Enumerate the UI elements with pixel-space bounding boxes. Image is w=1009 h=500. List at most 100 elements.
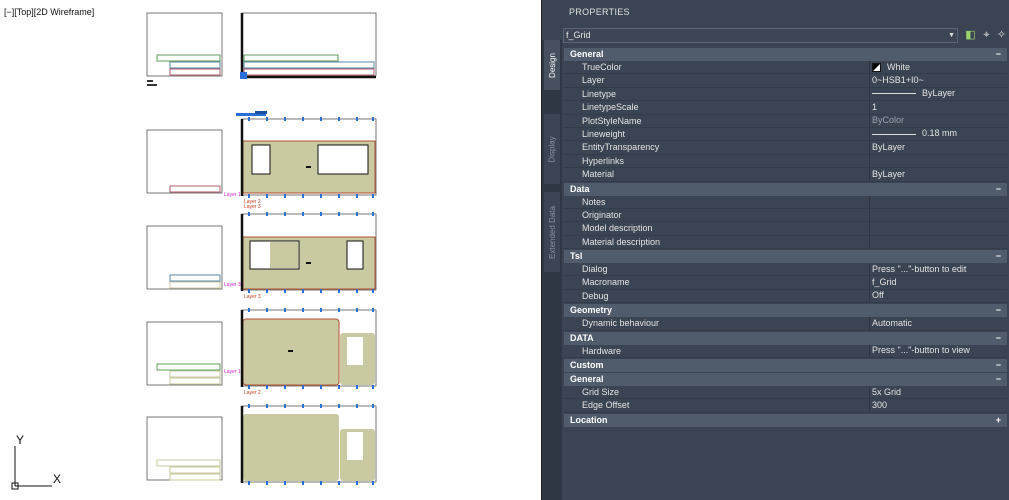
collapse-icon[interactable]: − (996, 332, 1001, 345)
layer-label: Layer 3 (244, 204, 261, 210)
property-value[interactable] (870, 209, 1007, 221)
grid-marker (338, 212, 340, 216)
property-value[interactable]: 0~HSB1+I0~ (870, 74, 1007, 86)
grid-marker (320, 289, 322, 293)
property-value[interactable]: 0.18 mm (870, 128, 1007, 140)
color-swatch-icon (872, 62, 881, 72)
property-row[interactable]: Dialog Press "..."-button to edit (564, 263, 1007, 277)
property-row[interactable]: EntityTransparency ByLayer (564, 141, 1007, 155)
collapse-icon[interactable]: − (996, 359, 1001, 372)
property-value[interactable] (870, 196, 1007, 208)
property-name: PlotStyleName (564, 114, 870, 127)
property-value[interactable]: Press "..."-button to view (870, 345, 1007, 357)
object-type-value: f_Grid (566, 30, 591, 40)
ucs-x-label: X (53, 472, 62, 486)
properties-palette: PROPERTIES Design Display Extended Data … (542, 0, 1009, 500)
property-value-text: ByColor (872, 115, 905, 126)
property-row[interactable]: Linetype ByLayer (564, 87, 1007, 102)
collapse-icon[interactable]: − (996, 48, 1001, 61)
property-value[interactable]: ByLayer (870, 88, 1007, 100)
grid-marker (338, 385, 340, 389)
property-value[interactable]: 1 (870, 101, 1007, 113)
grid-marker (356, 404, 358, 408)
thumbnail-panel-1 (146, 129, 223, 194)
property-value[interactable]: White (870, 61, 1007, 73)
collapse-icon[interactable]: − (996, 250, 1001, 263)
tab-extended-data[interactable]: Extended Data (544, 192, 560, 272)
property-row[interactable]: Notes (564, 195, 1007, 209)
grid-marker (372, 308, 374, 312)
property-name: EntityTransparency (564, 141, 870, 154)
property-name: Hyperlinks (564, 154, 870, 168)
property-row[interactable]: Material ByLayer (564, 168, 1007, 182)
ucs-icon (11, 446, 52, 490)
select-objects-icon[interactable]: ⌖ (979, 28, 994, 43)
property-name: Layer (564, 74, 870, 87)
property-row[interactable]: Layer 0~HSB1+I0~ (564, 74, 1007, 88)
property-value[interactable] (870, 155, 1007, 167)
category-header[interactable]: Custom − (564, 359, 1007, 373)
property-row[interactable]: Edge Offset 300 (564, 399, 1007, 413)
grid-marker (356, 212, 358, 216)
drawing-viewport[interactable]: [−][Top][2D Wireframe] Layer 1 Layer 2 L… (0, 0, 542, 500)
property-row[interactable]: TrueColor White (564, 61, 1007, 75)
property-grid: General − TrueColor White Layer 0~HSB1+I0~ Lin… (564, 47, 1007, 427)
drawing-canvas[interactable]: Layer 1 Layer 2 Layer 3 Layer 3 Layer 1 … (0, 0, 542, 500)
property-value[interactable]: Automatic (870, 317, 1007, 329)
thumbnail-panel-4 (146, 416, 223, 481)
category-header[interactable]: Geometry − (564, 304, 1007, 318)
property-value-text: 300 (872, 399, 888, 410)
property-row[interactable]: Hardware Press "..."-button to view (564, 344, 1007, 359)
property-row[interactable]: Debug Off (564, 289, 1007, 304)
property-value[interactable]: ByLayer (870, 168, 1007, 180)
property-value[interactable]: Press "..."-button to edit (870, 263, 1007, 275)
grid-marker (372, 289, 374, 293)
category-header[interactable]: Tsl − (564, 250, 1007, 264)
category-header[interactable]: General − (564, 48, 1007, 61)
property-name: Linetype (564, 87, 870, 101)
category-header[interactable]: Location + (564, 413, 1007, 427)
collapse-icon[interactable]: − (996, 183, 1001, 196)
tab-design[interactable]: Design (544, 40, 560, 90)
property-row[interactable]: PlotStyleName ByColor (564, 114, 1007, 128)
collapse-icon[interactable]: − (996, 304, 1001, 317)
quick-select-icon[interactable]: ✧ (994, 28, 1009, 43)
property-row[interactable]: LinetypeScale 1 (564, 101, 1007, 115)
collapse-icon[interactable]: − (996, 373, 1001, 386)
toggle-pickadd-icon[interactable]: ◧ (963, 28, 978, 43)
property-value[interactable] (870, 222, 1007, 234)
property-row[interactable]: Dynamic behaviour Automatic (564, 317, 1007, 331)
property-value-text: f_Grid (872, 276, 897, 287)
category-header[interactable]: DATA − (564, 331, 1007, 345)
property-value[interactable]: f_Grid (870, 276, 1007, 288)
category-header[interactable]: Data − (564, 182, 1007, 196)
property-row[interactable]: Lineweight 0.18 mm (564, 127, 1007, 142)
property-value[interactable]: Off (870, 290, 1007, 302)
chevron-down-icon[interactable]: ▼ (948, 29, 955, 42)
layer-label: Layer 3 (244, 294, 261, 300)
property-row[interactable]: Model description (564, 222, 1007, 236)
grid-marker (248, 404, 250, 408)
property-name: Hardware (564, 344, 870, 358)
grid-marker (356, 117, 358, 121)
grid-marker (320, 117, 322, 121)
grid-marker (372, 212, 374, 216)
category-name: Data (570, 183, 590, 194)
property-row[interactable]: Macroname f_Grid (564, 276, 1007, 290)
property-row[interactable]: Originator (564, 208, 1007, 223)
property-value[interactable]: 300 (870, 399, 1007, 411)
object-type-dropdown[interactable]: f_Grid ▼ (563, 28, 958, 43)
property-row[interactable]: Hyperlinks (564, 154, 1007, 169)
property-value[interactable]: ByLayer (870, 141, 1007, 153)
grid-marker (248, 289, 250, 293)
property-value[interactable]: ByColor (870, 115, 1007, 127)
property-row[interactable]: Material description (564, 235, 1007, 250)
property-value[interactable] (870, 236, 1007, 248)
line-sample-icon (872, 93, 916, 95)
property-value[interactable]: 5x Grid (870, 386, 1007, 398)
tab-display[interactable]: Display (544, 114, 560, 184)
expand-icon[interactable]: + (996, 414, 1001, 427)
category-header[interactable]: General − (564, 373, 1007, 387)
layer-label: Layer 3 (224, 282, 241, 288)
property-row[interactable]: Grid Size 5x Grid (564, 386, 1007, 400)
